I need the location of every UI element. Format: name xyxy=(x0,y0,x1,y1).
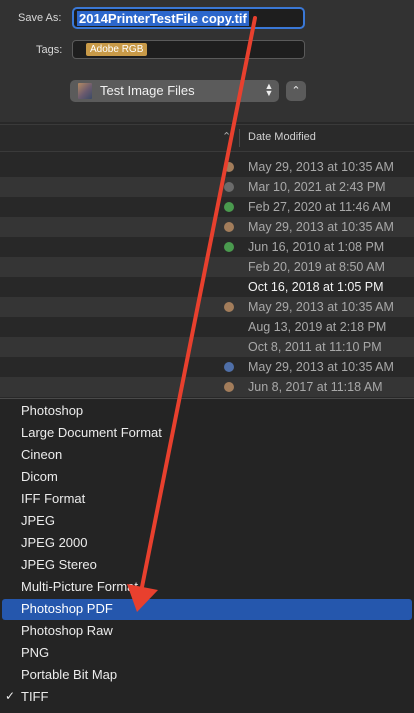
date-modified-cell: Feb 20, 2019 at 8:50 AM xyxy=(248,260,385,274)
tag-dot-icon xyxy=(224,202,234,212)
tag-dot-icon xyxy=(224,242,234,252)
menu-item-cineon[interactable]: Cineon xyxy=(0,445,414,466)
menu-item-large-document-format[interactable]: Large Document Format xyxy=(0,423,414,444)
checkmark-icon: ✓ xyxy=(5,689,16,703)
table-row[interactable]: Oct 8, 2011 at 11:10 PM xyxy=(0,337,414,357)
date-modified-cell: Aug 13, 2019 at 2:18 PM xyxy=(248,320,387,334)
tag-dot-icon xyxy=(224,302,234,312)
menu-item-label: PNG xyxy=(21,645,50,660)
menu-item-label: TIFF xyxy=(21,689,49,704)
menu-item-label: Portable Bit Map xyxy=(21,667,118,682)
table-row[interactable]: Feb 20, 2019 at 8:50 AM xyxy=(0,257,414,277)
menu-item-label: Cineon xyxy=(21,447,63,462)
date-modified-cell: Mar 10, 2021 at 2:43 PM xyxy=(248,180,386,194)
date-modified-cell: Jun 16, 2010 at 1:08 PM xyxy=(248,240,385,254)
menu-item-label: Photoshop xyxy=(21,403,84,418)
chevron-up-icon: ⌃ xyxy=(291,85,301,97)
menu-item-png[interactable]: PNG xyxy=(0,643,414,664)
menu-item-photoshop[interactable]: Photoshop xyxy=(0,401,414,422)
table-row[interactable]: May 29, 2013 at 10:35 AM xyxy=(0,297,414,317)
tags-label: Tags: xyxy=(36,44,63,56)
date-modified-cell: May 29, 2013 at 10:35 AM xyxy=(248,360,394,374)
menu-item-label: IFF Format xyxy=(21,491,86,506)
menu-item-dicom[interactable]: Dicom xyxy=(0,467,414,488)
column-divider[interactable] xyxy=(239,129,240,147)
date-modified-cell: May 29, 2013 at 10:35 AM xyxy=(248,220,394,234)
menu-item-iff-format[interactable]: IFF Format xyxy=(0,489,414,510)
date-modified-cell: Oct 16, 2018 at 1:05 PM xyxy=(248,280,384,294)
table-row[interactable]: Mar 10, 2021 at 2:43 PM xyxy=(0,177,414,197)
file-list-header: ⌃ Date Modified xyxy=(0,124,414,152)
menu-item-label: JPEG xyxy=(21,513,55,528)
location-name: Test Image Files xyxy=(100,83,195,98)
menu-item-photoshop-pdf[interactable]: Photoshop PDF xyxy=(2,599,412,620)
date-modified-cell: Feb 27, 2020 at 11:46 AM xyxy=(248,200,391,214)
save-as-input[interactable]: 2014PrinterTestFile copy.tif xyxy=(72,7,305,29)
save-as-label: Save As: xyxy=(18,12,62,24)
menu-item-jpeg[interactable]: JPEG xyxy=(0,511,414,532)
menu-item-label: JPEG 2000 xyxy=(21,535,88,550)
folder-image-icon xyxy=(78,83,92,99)
menu-item-photoshop-raw[interactable]: Photoshop Raw xyxy=(0,621,414,642)
menu-item-jpeg-2000[interactable]: JPEG 2000 xyxy=(0,533,414,554)
menu-item-label: Multi-Picture Format xyxy=(21,579,139,594)
table-row[interactable]: Jun 16, 2010 at 1:08 PM xyxy=(0,237,414,257)
tag-dot-icon xyxy=(224,182,234,192)
table-row[interactable]: May 29, 2013 at 10:35 AM xyxy=(0,157,414,177)
menu-item-portable-bit-map[interactable]: Portable Bit Map xyxy=(0,665,414,686)
save-dialog-header: Save As: 2014PrinterTestFile copy.tif Ta… xyxy=(0,0,414,122)
table-row[interactable]: Jun 8, 2017 at 11:18 AM xyxy=(0,377,414,397)
location-popup[interactable]: Test Image Files ▲ ▼ xyxy=(70,80,279,102)
updown-chevron-icon: ▲ ▼ xyxy=(264,81,274,98)
menu-item-tiff[interactable]: ✓ TIFF xyxy=(0,687,414,708)
menu-item-label: Photoshop Raw xyxy=(21,623,113,638)
save-as-value: 2014PrinterTestFile copy.tif xyxy=(77,11,249,26)
date-modified-cell: Oct 8, 2011 at 11:10 PM xyxy=(248,340,382,354)
format-menu: Photoshop Large Document Format Cineon Dico… xyxy=(0,398,414,713)
menu-item-label: Photoshop PDF xyxy=(21,601,113,616)
tags-input[interactable]: Adobe RGB xyxy=(72,40,305,59)
menu-item-multi-picture-format[interactable]: Multi-Picture Format xyxy=(0,577,414,598)
tag-dot-icon xyxy=(224,222,234,232)
table-row[interactable]: Aug 13, 2019 at 2:18 PM xyxy=(0,317,414,337)
table-row[interactable]: May 29, 2013 at 10:35 AM xyxy=(0,357,414,377)
date-modified-column-header[interactable]: Date Modified xyxy=(248,131,316,143)
tag-dot-icon xyxy=(224,382,234,392)
menu-item-label: Dicom xyxy=(21,469,58,484)
table-row[interactable]: Feb 27, 2020 at 11:46 AM xyxy=(0,197,414,217)
date-modified-cell: May 29, 2013 at 10:35 AM xyxy=(248,160,394,174)
menu-item-label: JPEG Stereo xyxy=(21,557,97,572)
tag-badge[interactable]: Adobe RGB xyxy=(86,43,148,56)
menu-item-jpeg-stereo[interactable]: JPEG Stereo xyxy=(0,555,414,576)
file-list: May 29, 2013 at 10:35 AM Mar 10, 2021 at … xyxy=(0,157,414,397)
date-modified-cell: May 29, 2013 at 10:35 AM xyxy=(248,300,394,314)
date-modified-cell: Jun 8, 2017 at 11:18 AM xyxy=(248,380,383,394)
tag-dot-icon xyxy=(224,362,234,372)
tag-dot-icon xyxy=(224,162,234,172)
menu-item-label: Large Document Format xyxy=(21,425,162,440)
table-row[interactable]: Oct 16, 2018 at 1:05 PM xyxy=(0,277,414,297)
expand-button[interactable]: ⌃ xyxy=(286,81,306,101)
table-row[interactable]: May 29, 2013 at 10:35 AM xyxy=(0,217,414,237)
sort-chevron-icon[interactable]: ⌃ xyxy=(222,130,231,143)
